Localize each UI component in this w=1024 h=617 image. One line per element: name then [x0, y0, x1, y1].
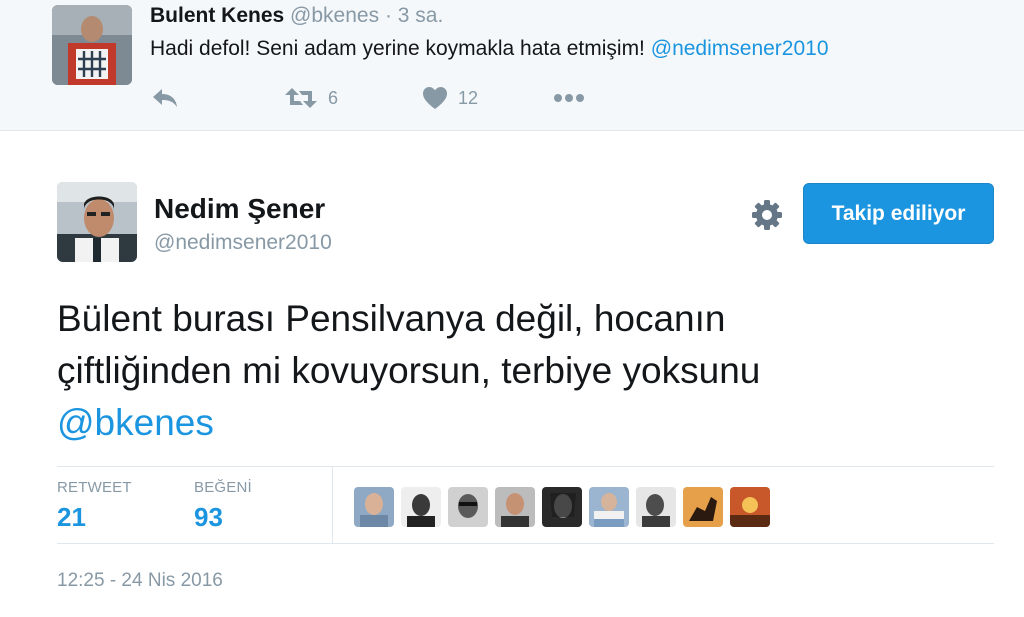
tweet-text-line: çiftliğinden mi kovuyorsun, terbiye yoks… [57, 350, 761, 391]
tweet-timestamp[interactable]: 12:25 - 24 Nis 2016 [57, 570, 223, 592]
retweet-count: 6 [328, 87, 339, 108]
like-stat-label: BEĞENİ [194, 479, 252, 496]
more-icon [554, 94, 584, 102]
more-button[interactable] [553, 84, 585, 112]
avatar[interactable] [52, 5, 132, 85]
liker-avatar[interactable] [495, 487, 535, 527]
gear-icon [752, 200, 782, 230]
settings-button[interactable] [749, 197, 785, 233]
liker-avatar[interactable] [589, 487, 629, 527]
parent-tweet-header: Bulent Kenes @bkenes · 3 sa. [150, 4, 443, 28]
stats-divider [332, 467, 333, 543]
retweet-button[interactable]: 6 [284, 84, 338, 112]
tweet-text: Bülent burası Pensilvanya değil, hocanın… [57, 293, 987, 449]
liker-avatar[interactable] [636, 487, 676, 527]
parent-tweet-text: Hadi defol! Seni adam yerine koymakla ha… [150, 37, 829, 61]
retweet-stat-value: 21 [57, 502, 86, 532]
retweet-icon [285, 88, 317, 108]
mention-link[interactable]: @nedimsener2010 [651, 37, 829, 60]
mention-link[interactable]: @bkenes [57, 397, 987, 449]
reply-icon [153, 89, 177, 107]
tweet-stats: RETWEET 21 BEĞENİ 93 [57, 466, 994, 544]
separator-dot: · [384, 4, 392, 27]
like-stat[interactable]: BEĞENİ 93 [194, 479, 252, 533]
retweet-stat[interactable]: RETWEET 21 [57, 479, 132, 533]
like-button[interactable]: 12 [422, 84, 478, 112]
author-name[interactable]: Bulent Kenes [150, 4, 284, 27]
parent-tweet[interactable]: Bulent Kenes @bkenes · 3 sa. Hadi defol!… [0, 0, 1024, 131]
liker-avatar[interactable] [354, 487, 394, 527]
tweet-text-line: Bülent burası Pensilvanya değil, hocanın [57, 298, 726, 339]
tweet-actions: 6 12 [150, 84, 610, 112]
liker-avatar[interactable] [448, 487, 488, 527]
author-name[interactable]: Nedim Şener [154, 193, 325, 225]
heart-icon [423, 87, 447, 109]
author-handle[interactable]: @bkenes [290, 4, 379, 27]
author-handle[interactable]: @nedimsener2010 [154, 231, 332, 255]
liker-avatar[interactable] [401, 487, 441, 527]
like-stat-value: 93 [194, 502, 223, 532]
reply-button[interactable] [150, 84, 180, 112]
tweet-body: Hadi defol! Seni adam yerine koymakla ha… [150, 37, 645, 60]
liker-avatar[interactable] [683, 487, 723, 527]
liker-avatar[interactable] [542, 487, 582, 527]
liker-avatar[interactable] [730, 487, 770, 527]
like-count: 12 [458, 87, 479, 108]
avatar[interactable] [57, 182, 137, 262]
retweet-stat-label: RETWEET [57, 479, 132, 496]
following-button[interactable]: Takip ediliyor [803, 183, 994, 244]
tweet-time[interactable]: 3 sa. [398, 4, 444, 27]
